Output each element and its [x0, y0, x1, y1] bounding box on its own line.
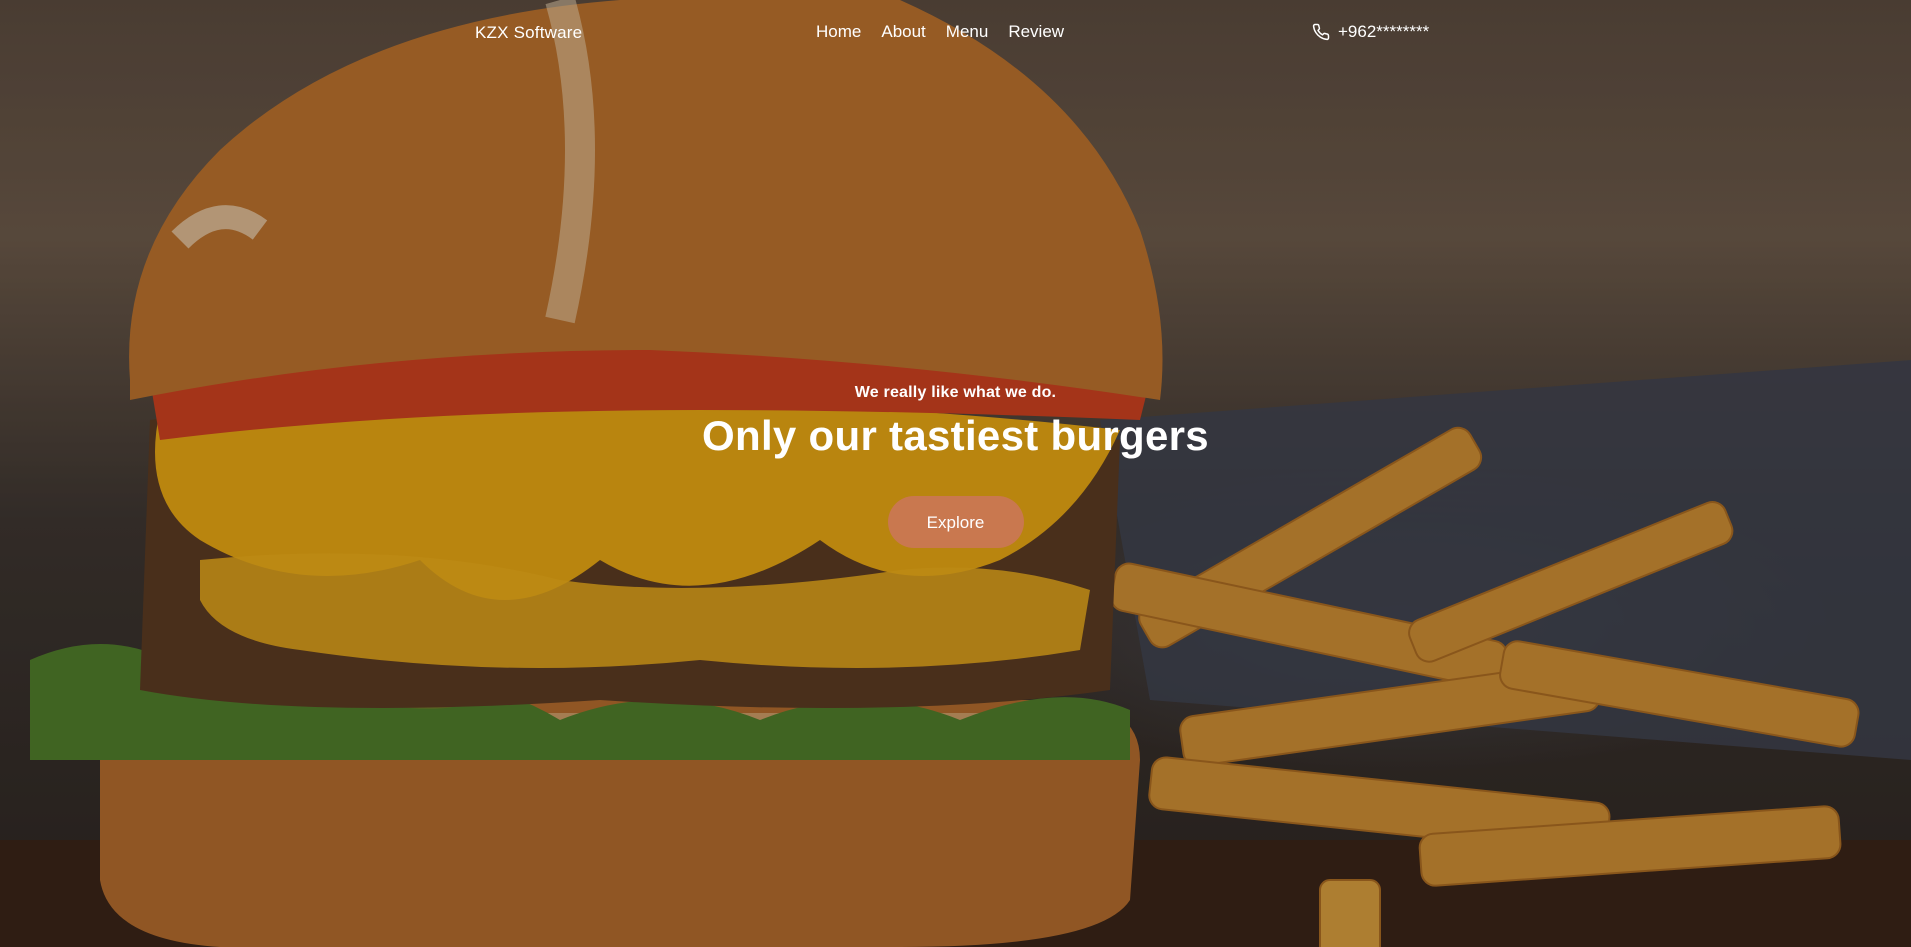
nav-link-menu[interactable]: Menu — [946, 22, 989, 42]
nav-link-about[interactable]: About — [881, 22, 925, 42]
phone-number: +962******** — [1338, 22, 1430, 41]
hero-content: We really like what we do. Only our tast… — [0, 384, 1911, 548]
nav-link-review[interactable]: Review — [1008, 22, 1064, 42]
hero-tagline: We really like what we do. — [854, 384, 1057, 401]
hero-section: KZX Software Home About Menu Review +962… — [0, 0, 1911, 947]
phone-contact[interactable]: +962******** — [1312, 22, 1429, 42]
brand-logo-link[interactable]: KZX Software — [475, 23, 582, 43]
phone-icon — [1312, 23, 1330, 41]
top-navbar: KZX Software Home About Menu Review +962… — [0, 0, 1911, 70]
nav-links: Home About Menu Review — [816, 22, 1064, 42]
nav-link-home[interactable]: Home — [816, 22, 861, 42]
hero-headline: Only our tastiest burgers — [702, 412, 1209, 459]
explore-button[interactable]: Explore — [887, 496, 1024, 548]
